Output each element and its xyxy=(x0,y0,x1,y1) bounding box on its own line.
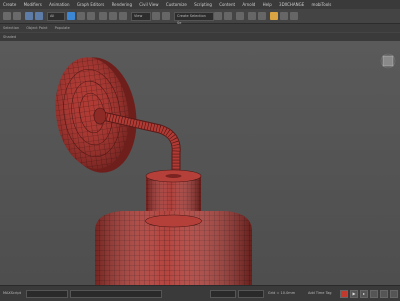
render-setup-icon[interactable] xyxy=(270,12,278,20)
menu-item-animation[interactable]: Animation xyxy=(46,0,72,9)
menu-item-graph-editors[interactable]: Graph Editors xyxy=(74,0,107,9)
render-frame-icon[interactable] xyxy=(280,12,288,20)
menu-item-content[interactable]: Content xyxy=(216,0,238,9)
undo-icon[interactable] xyxy=(3,12,11,20)
menu-item-help[interactable]: Help xyxy=(260,0,275,9)
maxscript-label[interactable]: MAXScript xyxy=(3,290,21,297)
maxscript-listener-input[interactable] xyxy=(26,290,68,298)
viewport-shading-label[interactable]: Shaded xyxy=(0,35,16,39)
snaps-toggle-icon[interactable] xyxy=(162,12,170,20)
material-editor-icon[interactable] xyxy=(258,12,266,20)
layer-explorer-icon[interactable] xyxy=(236,12,244,20)
x-coordinate-field[interactable] xyxy=(210,290,236,298)
ribbon-tab-populate[interactable]: Populate xyxy=(52,24,73,32)
menu-item-create[interactable]: Create xyxy=(0,0,19,9)
scale-icon[interactable] xyxy=(119,12,127,20)
pivot-icon[interactable] xyxy=(152,12,160,20)
align-icon[interactable] xyxy=(224,12,232,20)
menu-item-scripting[interactable]: Scripting xyxy=(191,0,215,9)
render-icon[interactable] xyxy=(290,12,298,20)
link-icon[interactable] xyxy=(25,12,33,20)
mirror-icon[interactable] xyxy=(214,12,222,20)
grid-readout: Grid = 10.0mm xyxy=(268,291,296,295)
ribbon-tab-selection[interactable]: Selection xyxy=(0,24,22,32)
rotate-icon[interactable] xyxy=(109,12,117,20)
menu-item-rendering[interactable]: Rendering xyxy=(109,0,135,9)
rectangular-selection-icon[interactable] xyxy=(87,12,95,20)
next-frame-icon[interactable]: ▸ xyxy=(360,290,368,298)
menu-item-civil-view[interactable]: Civil View xyxy=(136,0,161,9)
unlink-icon[interactable] xyxy=(35,12,43,20)
viewport[interactable] xyxy=(0,41,400,285)
play-icon[interactable]: ▶ xyxy=(350,290,358,298)
add-time-tag[interactable]: Add Time Tag xyxy=(308,290,332,297)
status-bar: MAXScript Grid = 10.0mm Add Time Tag ▶ ▸ xyxy=(0,285,400,301)
menu-item-3dxchange[interactable]: 3DXCHANGE xyxy=(276,0,307,9)
main-toolbar: All View Create Selection Se xyxy=(0,9,400,25)
zoom-icon[interactable] xyxy=(370,290,378,298)
reference-coordinate-dropdown[interactable]: View xyxy=(131,12,151,21)
auto-key-button[interactable] xyxy=(340,290,348,298)
viewport-label-bar: Shaded xyxy=(0,33,400,41)
ribbon-tab-object-paint[interactable]: Object Paint xyxy=(23,24,50,32)
prompt-line xyxy=(70,290,162,298)
ribbon: Selection Object Paint Populate xyxy=(0,24,400,32)
curve-editor-icon[interactable] xyxy=(248,12,256,20)
menu-item-mobitools[interactable]: mobiTools xyxy=(309,0,335,9)
y-coordinate-field[interactable] xyxy=(238,290,264,298)
menu-bar: Create Modifiers Animation Graph Editors… xyxy=(0,0,400,9)
select-object-icon[interactable] xyxy=(67,12,75,20)
orbit-icon[interactable] xyxy=(390,290,398,298)
menu-item-arnold[interactable]: Arnold xyxy=(239,0,258,9)
lamp-shade-mesh xyxy=(95,211,252,285)
select-by-name-icon[interactable] xyxy=(77,12,85,20)
viewcube[interactable] xyxy=(380,53,396,69)
menu-item-customize[interactable]: Customize xyxy=(163,0,190,9)
move-icon[interactable] xyxy=(99,12,107,20)
named-selection-dropdown[interactable]: Create Selection Se xyxy=(174,12,214,25)
pan-icon[interactable] xyxy=(380,290,388,298)
selection-filter-dropdown[interactable]: All xyxy=(47,12,65,21)
viewport-scene xyxy=(55,53,396,285)
menu-item-modifiers[interactable]: Modifiers xyxy=(21,0,45,9)
redo-icon[interactable] xyxy=(13,12,21,20)
